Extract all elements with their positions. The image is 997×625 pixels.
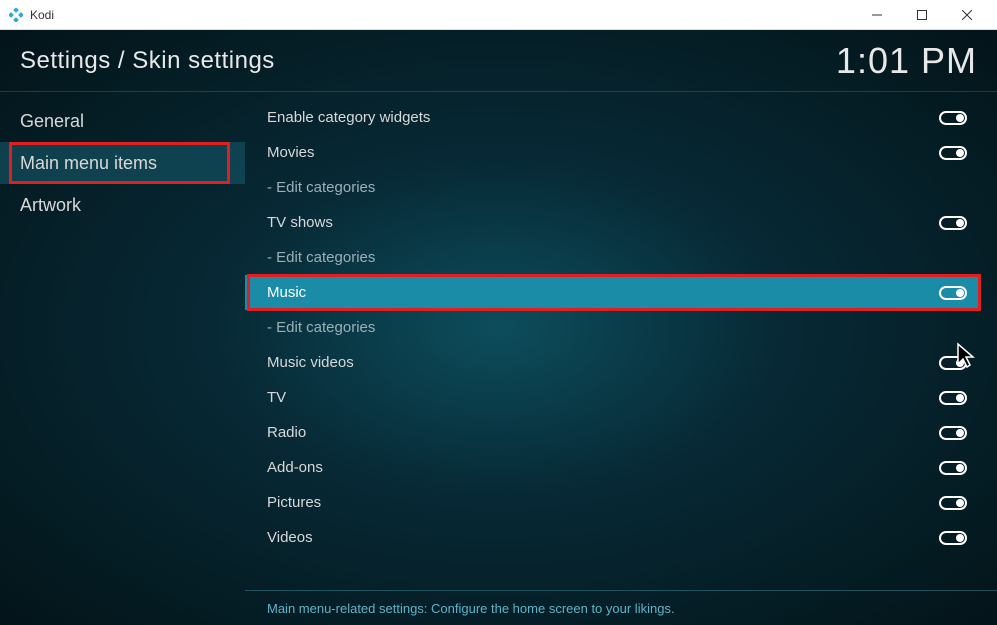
setting-row-edit-categories[interactable]: - Edit categories xyxy=(245,240,979,275)
setting-label: - Edit categories xyxy=(267,319,967,336)
app-body: Settings / Skin settings 1:01 PM General… xyxy=(0,30,997,625)
window-controls xyxy=(854,1,989,29)
breadcrumb: Settings / Skin settings xyxy=(20,47,275,75)
setting-row-enable-category-widgets[interactable]: Enable category widgets xyxy=(245,100,979,135)
toggle-switch[interactable] xyxy=(939,391,967,405)
sidebar-item-label: General xyxy=(20,111,84,132)
content: General Main menu items Artwork Enable cat… xyxy=(0,92,997,590)
setting-label: TV xyxy=(267,389,939,406)
sidebar-item-label: Artwork xyxy=(20,195,81,216)
settings-panel: Enable category widgets Movies - Edit cate… xyxy=(245,92,997,590)
minimize-button[interactable] xyxy=(854,1,899,29)
setting-label: - Edit categories xyxy=(267,249,967,266)
app-icon xyxy=(8,7,24,23)
setting-row-music[interactable]: Music xyxy=(245,275,979,310)
toggle-switch[interactable] xyxy=(939,111,967,125)
toggle-switch[interactable] xyxy=(939,146,967,160)
sidebar-item-main-menu-items[interactable]: Main menu items xyxy=(0,142,245,184)
close-button[interactable] xyxy=(944,1,989,29)
setting-row-tv-shows[interactable]: TV shows xyxy=(245,205,979,240)
footer-hint: Main menu-related settings: Configure th… xyxy=(245,590,997,625)
sidebar-item-artwork[interactable]: Artwork xyxy=(0,184,245,226)
toggle-switch[interactable] xyxy=(939,356,967,370)
setting-label: Videos xyxy=(267,529,939,546)
setting-row-edit-categories[interactable]: - Edit categories xyxy=(245,310,979,345)
setting-label: - Edit categories xyxy=(267,179,967,196)
sidebar-item-label: Main menu items xyxy=(20,153,157,174)
setting-row-pictures[interactable]: Pictures xyxy=(245,485,979,520)
toggle-switch[interactable] xyxy=(939,216,967,230)
setting-label: Movies xyxy=(267,144,939,161)
setting-row-tv[interactable]: TV xyxy=(245,380,979,415)
toggle-switch[interactable] xyxy=(939,531,967,545)
setting-label: Radio xyxy=(267,424,939,441)
setting-label: Add-ons xyxy=(267,459,939,476)
toggle-switch[interactable] xyxy=(939,426,967,440)
setting-row-radio[interactable]: Radio xyxy=(245,415,979,450)
window-titlebar: Kodi xyxy=(0,0,997,30)
window-title: Kodi xyxy=(30,8,854,22)
clock: 1:01 PM xyxy=(836,40,977,82)
setting-row-videos[interactable]: Videos xyxy=(245,520,979,555)
sidebar-item-general[interactable]: General xyxy=(0,100,245,142)
setting-label: Music videos xyxy=(267,354,939,371)
setting-label: TV shows xyxy=(267,214,939,231)
setting-label: Pictures xyxy=(267,494,939,511)
setting-label: Enable category widgets xyxy=(267,109,939,126)
toggle-switch[interactable] xyxy=(939,461,967,475)
setting-row-edit-categories[interactable]: - Edit categories xyxy=(245,170,979,205)
setting-row-add-ons[interactable]: Add-ons xyxy=(245,450,979,485)
setting-row-music-videos[interactable]: Music videos xyxy=(245,345,979,380)
footer-text: Main menu-related settings: Configure th… xyxy=(267,601,675,616)
setting-label: Music xyxy=(267,284,939,301)
header: Settings / Skin settings 1:01 PM xyxy=(0,30,997,92)
setting-row-movies[interactable]: Movies xyxy=(245,135,979,170)
toggle-switch[interactable] xyxy=(939,496,967,510)
toggle-switch[interactable] xyxy=(939,286,967,300)
maximize-button[interactable] xyxy=(899,1,944,29)
sidebar: General Main menu items Artwork xyxy=(0,92,245,590)
